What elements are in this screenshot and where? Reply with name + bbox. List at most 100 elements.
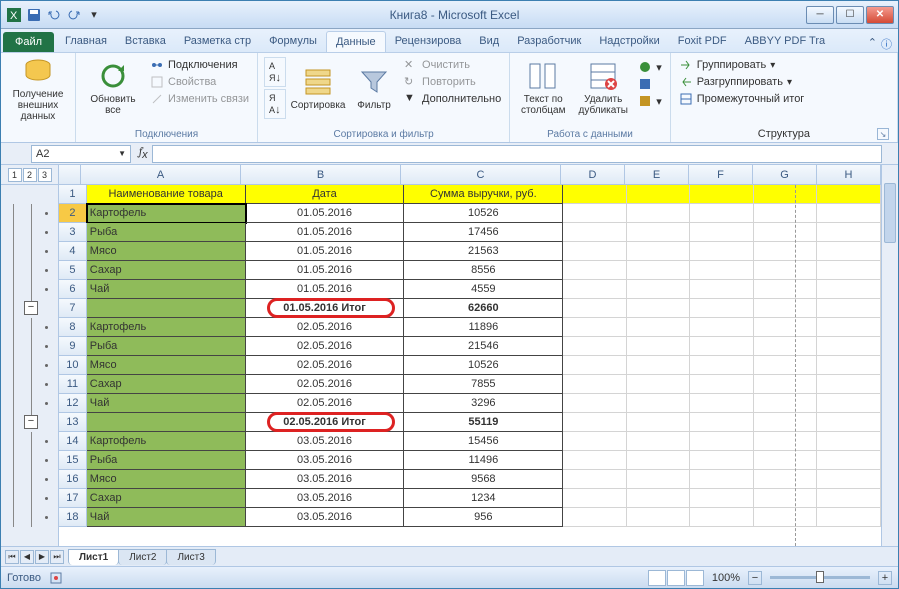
cell-a11[interactable]: Сахар (87, 375, 246, 394)
row-header-15[interactable]: 15 (59, 451, 87, 470)
cell-a10[interactable]: Мясо (87, 356, 246, 375)
filter-button[interactable]: Фильтр (350, 55, 398, 121)
advanced-filter-button[interactable]: ▼Дополнительно (402, 91, 503, 107)
ribbon-tab-4[interactable]: Данные (326, 31, 386, 52)
close-button[interactable]: ✕ (866, 6, 894, 24)
row-header-16[interactable]: 16 (59, 470, 87, 489)
help-icon[interactable]: ⓘ (881, 36, 892, 52)
column-header-D[interactable]: D (561, 165, 625, 184)
sheet-grid[interactable]: ABCDEFGH 1Наименование товараДатаСумма в… (59, 165, 881, 546)
outline-level-3[interactable]: 3 (38, 168, 52, 182)
cell-c14[interactable]: 15456 (404, 432, 563, 451)
row-header-13[interactable]: 13 (59, 413, 87, 432)
row-header-18[interactable]: 18 (59, 508, 87, 527)
name-box[interactable]: A2▼ (31, 145, 131, 163)
column-header-F[interactable]: F (689, 165, 753, 184)
zoom-out-button[interactable]: − (748, 571, 762, 585)
cell-c9[interactable]: 21546 (404, 337, 563, 356)
cell-a18[interactable]: Чай (87, 508, 246, 527)
sheet-tab-1[interactable]: Лист2 (118, 549, 167, 565)
column-header-E[interactable]: E (625, 165, 689, 184)
properties-button[interactable]: Свойства (148, 74, 251, 90)
cell-a9[interactable]: Рыба (87, 337, 246, 356)
file-tab[interactable]: Файл (3, 32, 54, 52)
ribbon-tab-9[interactable]: Foxit PDF (669, 31, 736, 52)
row-header-7[interactable]: 7 (59, 299, 87, 318)
cell-b10[interactable]: 02.05.2016 (246, 356, 405, 375)
row-header-10[interactable]: 10 (59, 356, 87, 375)
qat-dropdown-icon[interactable]: ▾ (85, 6, 103, 24)
whatif-button[interactable]: ▾ (636, 93, 664, 109)
cell-b8[interactable]: 02.05.2016 (246, 318, 405, 337)
cell-b17[interactable]: 03.05.2016 (246, 489, 405, 508)
ribbon-tab-2[interactable]: Разметка стр (175, 31, 260, 52)
cell-a13[interactable] (87, 413, 246, 432)
cell-a4[interactable]: Мясо (87, 242, 246, 261)
subtotal-button[interactable]: Промежуточный итог (677, 91, 807, 107)
clear-filter-button[interactable]: ✕Очистить (402, 57, 503, 73)
outline-collapse-13[interactable]: − (24, 415, 38, 429)
maximize-button[interactable]: ☐ (836, 6, 864, 24)
cell-a6[interactable]: Чай (87, 280, 246, 299)
cell-c12[interactable]: 3296 (404, 394, 563, 413)
sort-button[interactable]: Сортировка (290, 55, 346, 121)
sort-za-button[interactable]: ЯА↓ (264, 89, 286, 119)
column-header-B[interactable]: B (241, 165, 401, 184)
cell-b4[interactable]: 01.05.2016 (246, 242, 405, 261)
tab-nav-first[interactable]: ⏮ (5, 550, 19, 564)
header-a[interactable]: Наименование товара (87, 185, 246, 204)
row-header-2[interactable]: 2 (59, 204, 87, 223)
zoom-in-button[interactable]: + (878, 571, 892, 585)
cell-c13[interactable]: 55119 (404, 413, 563, 432)
remove-duplicates-button[interactable]: Удалить дубликаты (574, 55, 632, 121)
ribbon-tab-7[interactable]: Разработчик (508, 31, 590, 52)
normal-view-button[interactable] (648, 570, 666, 586)
column-header-C[interactable]: C (401, 165, 561, 184)
cell-a17[interactable]: Сахар (87, 489, 246, 508)
cell-c6[interactable]: 4559 (404, 280, 563, 299)
cell-b15[interactable]: 03.05.2016 (246, 451, 405, 470)
cell-a14[interactable]: Картофель (87, 432, 246, 451)
outline-level-2[interactable]: 2 (23, 168, 37, 182)
row-header-17[interactable]: 17 (59, 489, 87, 508)
cell-b5[interactable]: 01.05.2016 (246, 261, 405, 280)
row-header-3[interactable]: 3 (59, 223, 87, 242)
tab-nav-prev[interactable]: ◀ (20, 550, 34, 564)
cell-c4[interactable]: 21563 (404, 242, 563, 261)
fx-icon[interactable]: fx (139, 145, 148, 161)
select-all-corner[interactable] (59, 165, 81, 184)
sheet-tab-0[interactable]: Лист1 (68, 549, 119, 565)
cell-b18[interactable]: 03.05.2016 (246, 508, 405, 527)
cell-a15[interactable]: Рыба (87, 451, 246, 470)
vertical-scrollbar[interactable] (881, 165, 898, 546)
row-header-12[interactable]: 12 (59, 394, 87, 413)
horizontal-scrollbar[interactable] (219, 550, 894, 564)
cell-b13[interactable]: 02.05.2016 Итог (246, 413, 405, 432)
data-validation-button[interactable]: ▾ (636, 59, 664, 75)
ribbon-tab-6[interactable]: Вид (470, 31, 508, 52)
cell-c2[interactable]: 10526 (404, 204, 563, 223)
group-button[interactable]: Группировать ▾ (677, 57, 807, 73)
ribbon-tab-8[interactable]: Надстройки (590, 31, 668, 52)
tab-nav-next[interactable]: ▶ (35, 550, 49, 564)
outline-collapse-7[interactable]: − (24, 301, 38, 315)
cell-b3[interactable]: 01.05.2016 (246, 223, 405, 242)
cell-a3[interactable]: Рыба (87, 223, 246, 242)
undo-icon[interactable] (45, 6, 63, 24)
zoom-slider[interactable] (770, 576, 870, 579)
get-external-data-button[interactable]: Получение внешних данных (7, 55, 69, 121)
row-header-4[interactable]: 4 (59, 242, 87, 261)
sort-az-button[interactable]: АЯ↓ (264, 57, 286, 87)
column-header-G[interactable]: G (753, 165, 817, 184)
ribbon-tab-5[interactable]: Рецензирова (386, 31, 471, 52)
reapply-button[interactable]: ↻Повторить (402, 74, 503, 90)
outline-level-1[interactable]: 1 (8, 168, 22, 182)
connections-button[interactable]: Подключения (148, 57, 251, 73)
redo-icon[interactable] (65, 6, 83, 24)
cell-c7[interactable]: 62660 (404, 299, 563, 318)
cell-c10[interactable]: 10526 (404, 356, 563, 375)
tab-nav-last[interactable]: ⏭ (50, 550, 64, 564)
page-layout-view-button[interactable] (667, 570, 685, 586)
column-header-A[interactable]: A (81, 165, 241, 184)
ribbon-tab-1[interactable]: Вставка (116, 31, 175, 52)
